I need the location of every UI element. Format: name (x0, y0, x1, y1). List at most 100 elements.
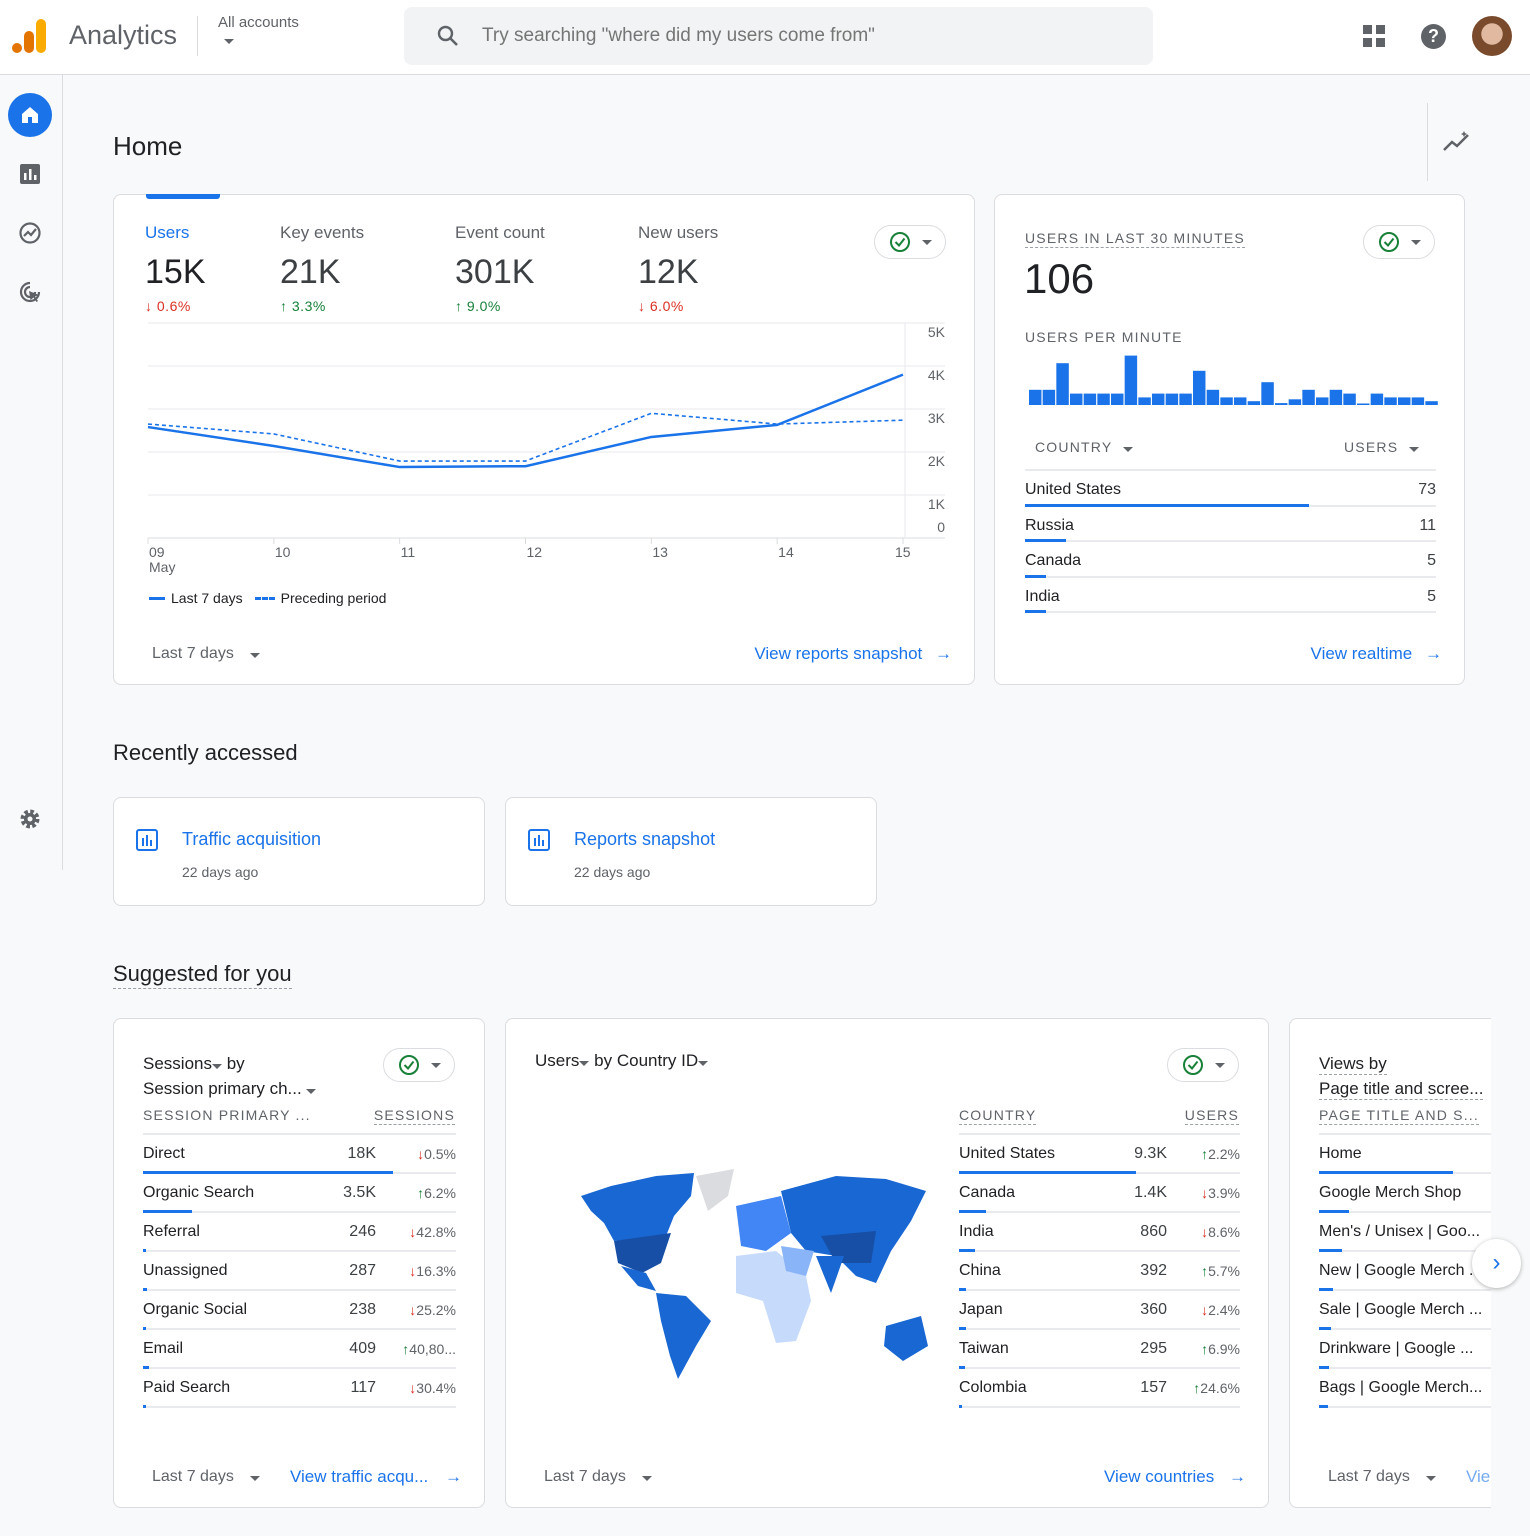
metric-selector[interactable]: Users (535, 1051, 579, 1070)
table-row[interactable]: Japan 360 ↓2.4% (959, 1291, 1240, 1330)
table-row[interactable]: Taiwan 295 ↑6.9% (959, 1330, 1240, 1369)
minute-bar[interactable] (1056, 363, 1069, 405)
table-row[interactable]: Paid Search 117 ↓30.4% (143, 1369, 456, 1408)
nav-explore[interactable] (8, 211, 52, 255)
metric-column-header[interactable]: USERS (1184, 1107, 1239, 1125)
data-point[interactable] (394, 455, 406, 467)
minute-bar[interactable] (1165, 393, 1179, 405)
status-menu-button[interactable] (1363, 225, 1435, 259)
minute-bar[interactable] (1138, 397, 1151, 405)
nav-advertising[interactable] (8, 270, 52, 314)
minute-bar[interactable] (1275, 403, 1288, 405)
minute-bar[interactable] (1302, 389, 1315, 405)
data-point[interactable] (142, 418, 154, 430)
users-column-header[interactable]: USERS (1344, 439, 1420, 455)
table-row[interactable]: Sale | Google Merch ... (1319, 1291, 1491, 1330)
data-point[interactable] (268, 428, 280, 440)
view-realtime-link[interactable]: View realtime → (1311, 644, 1442, 664)
dimension-selector[interactable]: Country ID (617, 1051, 698, 1070)
view-reports-snapshot-link[interactable]: View reports snapshot → (754, 644, 952, 664)
minute-bar[interactable] (1261, 382, 1274, 405)
date-range-dropdown[interactable]: Last 7 days (152, 1468, 260, 1486)
table-row[interactable]: India 5 (1025, 578, 1436, 613)
minute-bar[interactable] (1206, 389, 1220, 405)
table-row[interactable]: Canada 5 (1025, 542, 1436, 578)
minute-bar[interactable] (1288, 399, 1302, 405)
table-row[interactable]: Unassigned 287 ↓16.3% (143, 1252, 456, 1291)
minute-bar[interactable] (1070, 393, 1083, 405)
date-range-dropdown[interactable]: Last 7 days (544, 1468, 652, 1486)
date-range-dropdown[interactable]: Last 7 days (1328, 1468, 1436, 1486)
metric-selector[interactable]: Views by (1319, 1054, 1387, 1075)
minute-bar[interactable] (1411, 397, 1425, 405)
minute-bar[interactable] (1220, 397, 1233, 405)
metric-selector[interactable]: Sessions (143, 1054, 212, 1073)
data-point[interactable] (771, 418, 783, 430)
metric-column-header[interactable]: SESSIONS (373, 1107, 455, 1125)
dimension-selector[interactable]: Session primary ch... (143, 1079, 302, 1098)
minute-bar[interactable] (1234, 397, 1247, 405)
nav-admin[interactable] (8, 797, 52, 841)
metric-tab-new-users[interactable]: New users 12K ↓ 6.0% (638, 223, 718, 314)
avatar[interactable] (1472, 16, 1512, 56)
metric-tab-key-events[interactable]: Key events 21K ↑ 3.3% (280, 223, 364, 314)
minute-bar[interactable] (1111, 393, 1124, 405)
status-menu-button[interactable] (1167, 1048, 1239, 1082)
search-bar[interactable] (404, 7, 1153, 65)
table-row[interactable]: Google Merch Shop (1319, 1174, 1491, 1213)
table-row[interactable]: Canada 1.4K ↓3.9% (959, 1174, 1240, 1213)
table-row[interactable]: Email 409 ↑40,80... (143, 1330, 456, 1369)
data-point[interactable] (520, 455, 532, 467)
minute-bar[interactable] (1425, 401, 1438, 405)
minute-bar[interactable] (1329, 389, 1343, 405)
data-point[interactable] (645, 431, 657, 443)
account-picker[interactable]: All accounts (218, 14, 299, 49)
metric-tab-event-count[interactable]: Event count 301K ↑ 9.0% (455, 223, 545, 314)
recent-item-traffic-acquisition[interactable]: Traffic acquisition 22 days ago (113, 797, 485, 906)
data-point[interactable] (268, 440, 280, 452)
minute-bar[interactable] (1370, 393, 1384, 405)
view-traffic-acquisition-link[interactable]: View traffic acqu... → (290, 1467, 462, 1487)
minute-bar[interactable] (1124, 355, 1138, 405)
data-point[interactable] (897, 369, 909, 381)
view-countries-link[interactable]: View countries → (1104, 1467, 1246, 1487)
table-row[interactable]: United States 9.3K ↑2.2% (959, 1135, 1240, 1174)
nav-home[interactable] (8, 93, 52, 137)
table-row[interactable]: Colombia 157 ↑24.6% (959, 1369, 1240, 1408)
apps-grid-icon[interactable] (1363, 25, 1387, 49)
table-row[interactable]: Direct 18K ↓0.5% (143, 1135, 456, 1174)
minute-bar[interactable] (1083, 393, 1097, 405)
status-menu-button[interactable] (874, 225, 946, 259)
table-row[interactable]: Organic Social 238 ↓25.2% (143, 1291, 456, 1330)
status-menu-button[interactable] (383, 1048, 455, 1082)
table-row[interactable]: Bags | Google Merch... (1319, 1369, 1491, 1408)
help-icon[interactable]: ? (1421, 24, 1446, 49)
table-row[interactable]: China 392 ↑5.7% (959, 1252, 1240, 1291)
minute-bar[interactable] (1316, 397, 1329, 405)
table-row[interactable]: New | Google Merch ... (1319, 1252, 1491, 1291)
table-row[interactable]: Russia 11 (1025, 507, 1436, 542)
insights-icon[interactable] (1442, 130, 1472, 154)
table-row[interactable]: Home (1319, 1135, 1491, 1174)
table-row[interactable]: United States 73 (1025, 471, 1436, 507)
minute-bar[interactable] (1042, 389, 1056, 405)
carousel-next-button[interactable]: › (1472, 1239, 1521, 1288)
table-row[interactable]: Organic Search 3.5K ↑6.2% (143, 1174, 456, 1213)
table-row[interactable]: India 860 ↓8.6% (959, 1213, 1240, 1252)
data-point[interactable] (645, 407, 657, 419)
minute-bar[interactable] (1193, 370, 1206, 405)
dimension-selector[interactable]: Page title and scree... (1319, 1079, 1484, 1100)
minute-bar[interactable] (1384, 397, 1397, 405)
recent-item-reports-snapshot[interactable]: Reports snapshot 22 days ago (505, 797, 877, 906)
data-point[interactable] (897, 414, 909, 426)
table-row[interactable]: Men's / Unisex | Goo... (1319, 1213, 1491, 1252)
country-column-header[interactable]: COUNTRY (1035, 439, 1134, 455)
view-pages-link[interactable]: Vie (1466, 1467, 1490, 1487)
search-input[interactable] (482, 21, 1122, 51)
metric-tab-users[interactable]: Users 15K ↓ 0.6% (145, 223, 206, 314)
minute-bar[interactable] (1097, 393, 1110, 405)
minute-bar[interactable] (1398, 397, 1411, 405)
minute-bar[interactable] (1343, 393, 1356, 405)
minute-bar[interactable] (1357, 403, 1370, 406)
minute-bar[interactable] (1152, 393, 1165, 405)
